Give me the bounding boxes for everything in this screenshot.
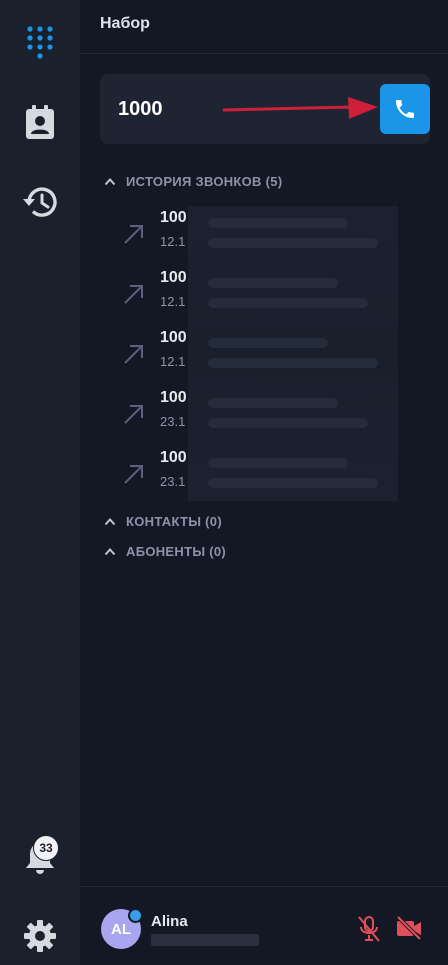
call-number: 100: [160, 389, 187, 406]
history-row[interactable]: 100 12.1: [120, 208, 420, 266]
mic-off-icon[interactable]: [357, 915, 381, 943]
call-number: 100: [160, 449, 187, 466]
chevron-up-icon: [104, 518, 116, 526]
history-row[interactable]: 100 23.1: [120, 388, 420, 446]
subscribers-heading: АБОНЕНТЫ (0): [126, 544, 227, 559]
history-row[interactable]: 100 23.1: [120, 448, 420, 506]
outgoing-call-icon: [124, 345, 143, 364]
history-section-toggle[interactable]: ИСТОРИЯ ЗВОНКОВ (5): [104, 174, 282, 189]
user-status-redacted: [151, 934, 259, 946]
sidebar-item-dialpad[interactable]: [0, 24, 80, 62]
call-date: 12.1: [160, 234, 186, 249]
chevron-up-icon: [104, 548, 116, 556]
sidebar-item-history[interactable]: [0, 184, 80, 220]
subscribers-section-toggle[interactable]: АБОНЕНТЫ (0): [104, 544, 226, 559]
history-row[interactable]: 100 12.1: [120, 328, 420, 386]
main-panel: Набор ИСТОРИЯ ЗВОНКОВ (5): [80, 0, 448, 965]
contacts-heading: КОНТАКТЫ (0): [126, 514, 222, 529]
phone-icon: [396, 100, 414, 118]
footer-divider: [80, 886, 448, 887]
dialpad-icon: [27, 26, 53, 59]
outgoing-call-icon: [124, 285, 143, 304]
notification-count-badge: 33: [33, 835, 59, 861]
call-date: 12.1: [160, 294, 186, 309]
call-date: 12.1: [160, 354, 186, 369]
history-heading: ИСТОРИЯ ЗВОНКОВ (5): [126, 174, 283, 189]
user-name: Alina: [151, 913, 188, 930]
history-icon: [23, 187, 57, 217]
header-divider: [80, 53, 448, 54]
contacts-section-toggle[interactable]: КОНТАКТЫ (0): [104, 514, 222, 529]
status-dot: [128, 908, 143, 923]
history-row[interactable]: 100 12.1: [120, 268, 420, 326]
annotation-arrow: [222, 97, 378, 119]
call-number: 100: [160, 329, 187, 346]
avatar-initials: AL: [111, 920, 131, 938]
video-off-icon[interactable]: [395, 915, 423, 941]
call-number: 100: [160, 269, 187, 286]
sidebar-item-contacts[interactable]: [0, 104, 80, 140]
call-button[interactable]: [380, 84, 430, 134]
chevron-up-icon: [104, 178, 116, 186]
call-number: 100: [160, 209, 187, 226]
contacts-icon: [26, 105, 54, 139]
outgoing-call-icon: [124, 465, 143, 484]
call-date: 23.1: [160, 474, 186, 489]
outgoing-call-icon: [124, 225, 143, 244]
call-date: 23.1: [160, 414, 186, 429]
outgoing-call-icon: [124, 405, 143, 424]
gear-icon: [24, 920, 56, 952]
sidebar: 33: [0, 0, 80, 965]
sidebar-item-settings[interactable]: [0, 918, 80, 954]
page-title: Набор: [100, 15, 150, 32]
avatar[interactable]: AL: [101, 908, 143, 949]
